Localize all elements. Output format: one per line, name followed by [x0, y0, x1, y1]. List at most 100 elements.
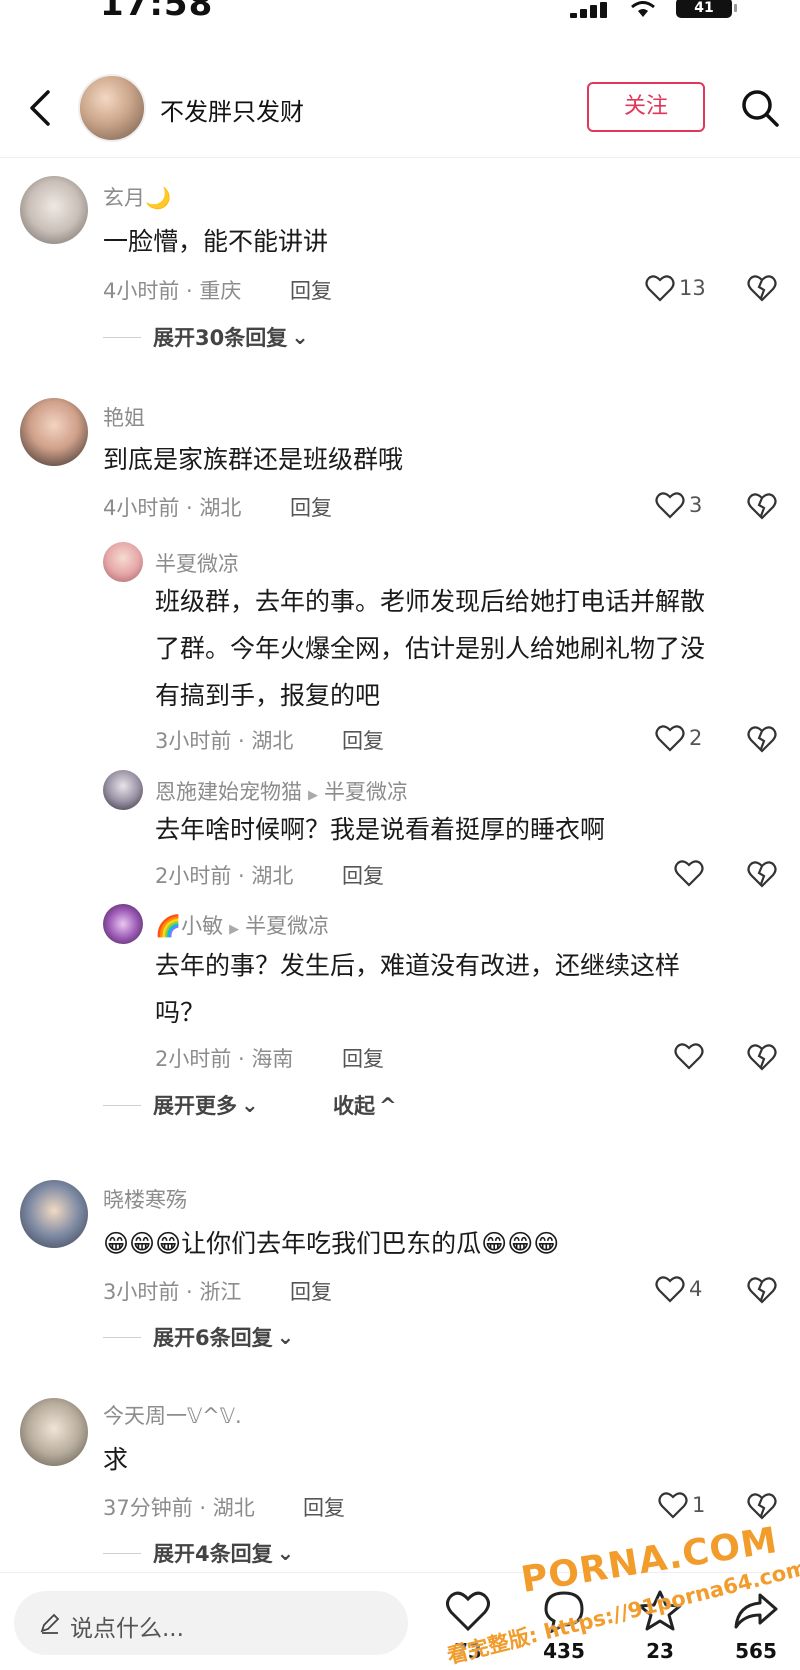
comment-meta: 3小时前 · 浙江 [103, 1280, 242, 1304]
collapse-button[interactable]: 收起 ^ [333, 1090, 397, 1120]
reply-text-line: 去年的事？发生后，难道没有改进，还继续这样 [155, 951, 681, 980]
comment-author[interactable]: 艳姐 [103, 402, 145, 432]
signal-icon [570, 2, 610, 18]
avatar[interactable] [20, 1398, 88, 1466]
reply-button[interactable]: 回复 [342, 725, 384, 755]
comment-author[interactable]: 今天周一𝕍^𝕍. [103, 1400, 242, 1430]
dislike-icon[interactable] [747, 272, 777, 302]
reply-button[interactable]: 回复 [290, 275, 332, 305]
like-button[interactable]: 3 [655, 490, 702, 520]
reply-text-line: 有搞到手，报复的吧 [155, 681, 381, 710]
like-button[interactable]: 2 [655, 723, 702, 753]
input-placeholder: 说点什么... [70, 1616, 184, 1642]
avatar[interactable] [20, 176, 88, 244]
expand-replies-button[interactable]: 展开6条回复 ⌄ [103, 1322, 294, 1352]
avatar[interactable] [20, 398, 88, 466]
header: 不发胖只发财 关注 [0, 62, 800, 158]
expand-label: 展开更多 [153, 1094, 237, 1118]
favorite-post-count: 23 [646, 1639, 674, 1663]
heart-icon[interactable] [674, 858, 704, 888]
like-count: 1 [692, 1493, 706, 1517]
back-icon[interactable] [22, 86, 62, 130]
dislike-icon[interactable] [747, 1274, 777, 1304]
reply-text-line: 吗？ [155, 998, 206, 1027]
reply-author-name[interactable]: 🌈小敏 [155, 914, 223, 938]
expand-label: 展开6条回复 [153, 1326, 273, 1350]
reply-to-name[interactable]: 半夏微凉 [324, 780, 408, 804]
search-icon[interactable] [738, 86, 782, 130]
expand-more-button[interactable]: 展开更多 ⌄ [103, 1090, 259, 1120]
comment-item: 晓楼寒殇 😁😁😁让你们去年吃我们巴东的瓜😁😁😁 3小时前 · 浙江 回复 4 展… [0, 1172, 800, 1352]
reply-text-line: 去年啥时候啊？我是说看着挺厚的睡衣啊 [155, 815, 606, 844]
reply-meta: 2小时前 · 海南 [155, 1047, 294, 1071]
comment-item: 玄月🌙 一脸懵，能不能讲讲 4小时前 · 重庆 回复 13 展开30条回复 ⌄ [0, 168, 800, 350]
comment-input[interactable]: 说点什么... [14, 1591, 408, 1655]
comment-meta: 4小时前 · 湖北 [103, 496, 242, 520]
heart-icon [446, 1591, 490, 1632]
avatar[interactable] [20, 1180, 88, 1248]
reply-meta: 2小时前 · 湖北 [155, 864, 294, 888]
heart-icon [645, 275, 675, 302]
dislike-icon[interactable] [747, 1041, 777, 1071]
reply-button[interactable]: 回复 [290, 1276, 332, 1306]
heart-icon [658, 1492, 688, 1519]
dislike-icon[interactable] [747, 858, 777, 888]
reply-to-name[interactable]: 半夏微凉 [245, 914, 329, 938]
chevron-down-icon: ⌄ [291, 325, 309, 349]
reply-button[interactable]: 回复 [342, 1043, 384, 1073]
reply-button[interactable]: 回复 [290, 492, 332, 522]
status-time: 17:58 [100, 0, 214, 24]
dislike-icon[interactable] [747, 1490, 777, 1520]
divider [103, 1552, 141, 1554]
expand-replies-button[interactable]: 展开30条回复 ⌄ [103, 322, 309, 352]
dislike-icon[interactable] [747, 490, 777, 520]
heart-icon [655, 492, 685, 519]
status-bar: 17:58 41 [0, 0, 800, 30]
heart-icon [655, 725, 685, 752]
dislike-icon[interactable] [747, 723, 777, 753]
reply-author[interactable]: 恩施建始宠物猫 ▶ 半夏微凉 [155, 776, 408, 806]
chevron-down-icon: ⌄ [241, 1093, 259, 1117]
follow-button[interactable]: 关注 [587, 82, 705, 132]
expand-label: 展开30条回复 [153, 326, 288, 350]
reply-meta: 3小时前 · 湖北 [155, 729, 294, 753]
comment-author[interactable]: 晓楼寒殇 [103, 1184, 187, 1214]
heart-icon [655, 1276, 685, 1303]
reply-author-name[interactable]: 恩施建始宠物猫 [155, 780, 302, 804]
like-button[interactable]: 13 [645, 273, 706, 303]
avatar[interactable] [103, 770, 143, 810]
pen-icon [40, 1613, 60, 1634]
caret-right-icon: ▶ [308, 788, 318, 803]
expand-label: 展开4条回复 [153, 1542, 273, 1566]
reply-author[interactable]: 半夏微凉 [155, 548, 239, 578]
reply-text-line: 班级群，去年的事。老师发现后给她打电话并解散 [155, 587, 706, 616]
reply-button[interactable]: 回复 [303, 1492, 345, 1522]
share-post-count: 565 [735, 1639, 777, 1663]
author-name[interactable]: 不发胖只发财 [160, 92, 304, 127]
reply-button[interactable]: 回复 [342, 860, 384, 890]
wifi-icon [631, 1, 655, 17]
author-avatar[interactable] [78, 74, 146, 142]
expand-replies-button[interactable]: 展开4条回复 ⌄ [103, 1538, 294, 1568]
divider [103, 1104, 141, 1106]
heart-icon[interactable] [674, 1041, 704, 1071]
caret-right-icon: ▶ [229, 922, 240, 937]
comment-text: 到底是家族群还是班级群哦 [103, 445, 404, 474]
like-count: 2 [689, 726, 703, 750]
like-count: 13 [679, 276, 706, 300]
avatar[interactable] [103, 542, 143, 582]
collapse-label: 收起 [333, 1094, 375, 1118]
reply-author[interactable]: 🌈小敏 ▶ 半夏微凉 [155, 910, 329, 940]
reply-text-line: 了群。今年火爆全网，估计是别人给她刷礼物了没 [155, 634, 706, 663]
divider [103, 1336, 141, 1338]
comment-item: 艳姐 到底是家族群还是班级群哦 4小时前 · 湖北 回复 3 半夏微凉 班级群，… [0, 390, 800, 1135]
divider [103, 336, 141, 338]
comment-author[interactable]: 玄月🌙 [103, 182, 171, 212]
like-button[interactable]: 1 [658, 1490, 705, 1520]
chevron-down-icon: ⌄ [276, 1325, 295, 1349]
comment-text: 求 [103, 1445, 129, 1474]
comment-meta: 4小时前 · 重庆 [103, 279, 242, 303]
like-count: 3 [689, 493, 703, 517]
avatar[interactable] [103, 904, 143, 944]
like-button[interactable]: 4 [655, 1274, 702, 1304]
